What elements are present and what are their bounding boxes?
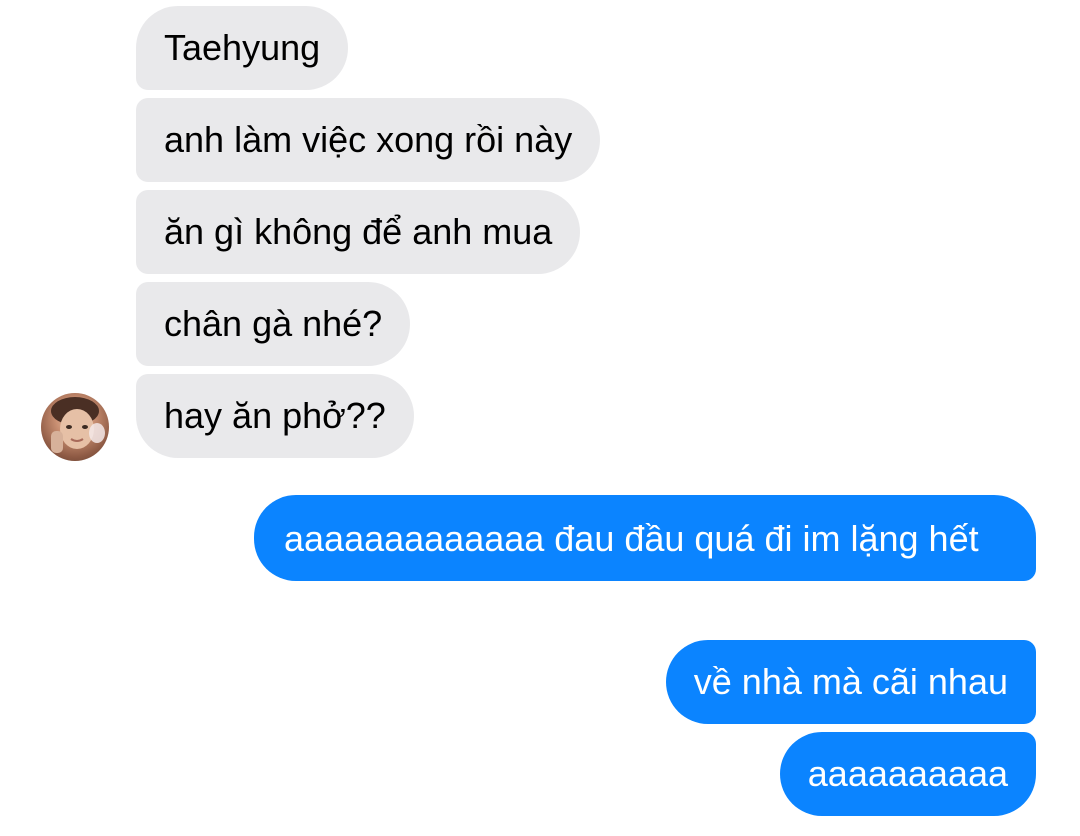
incoming-message[interactable]: Taehyung xyxy=(136,6,349,90)
incoming-message[interactable]: anh làm việc xong rồi này xyxy=(136,98,601,182)
message-thread: Taehyung anh làm việc xong rồi này ăn gì… xyxy=(0,0,1080,836)
outgoing-message[interactable]: aaaaaaaaaa xyxy=(779,732,1036,816)
incoming-message[interactable]: chân gà nhé? xyxy=(136,282,411,366)
profile-photo-icon xyxy=(51,397,105,453)
message-text: về nhà mà cãi nhau xyxy=(693,661,1008,702)
sender-avatar[interactable] xyxy=(41,393,109,461)
message-text: aaaaaaaaaa xyxy=(807,753,1008,794)
message-text: ăn gì không để anh mua xyxy=(164,211,553,252)
message-text: hay ăn phở?? xyxy=(164,395,386,436)
message-text: aaaaaaaaaaaaa đau đầu quá đi im lặng hết xyxy=(284,518,979,559)
message-text: anh làm việc xong rồi này xyxy=(164,119,573,160)
outgoing-message[interactable]: về nhà mà cãi nhau xyxy=(665,640,1036,724)
incoming-message[interactable]: hay ăn phở?? xyxy=(136,374,414,458)
outgoing-message[interactable]: aaaaaaaaaaaaa đau đầu quá đi im lặng hết xyxy=(254,495,1036,581)
message-text: chân gà nhé? xyxy=(164,303,383,344)
message-text: Taehyung xyxy=(164,27,321,68)
incoming-message[interactable]: ăn gì không để anh mua xyxy=(136,190,581,274)
